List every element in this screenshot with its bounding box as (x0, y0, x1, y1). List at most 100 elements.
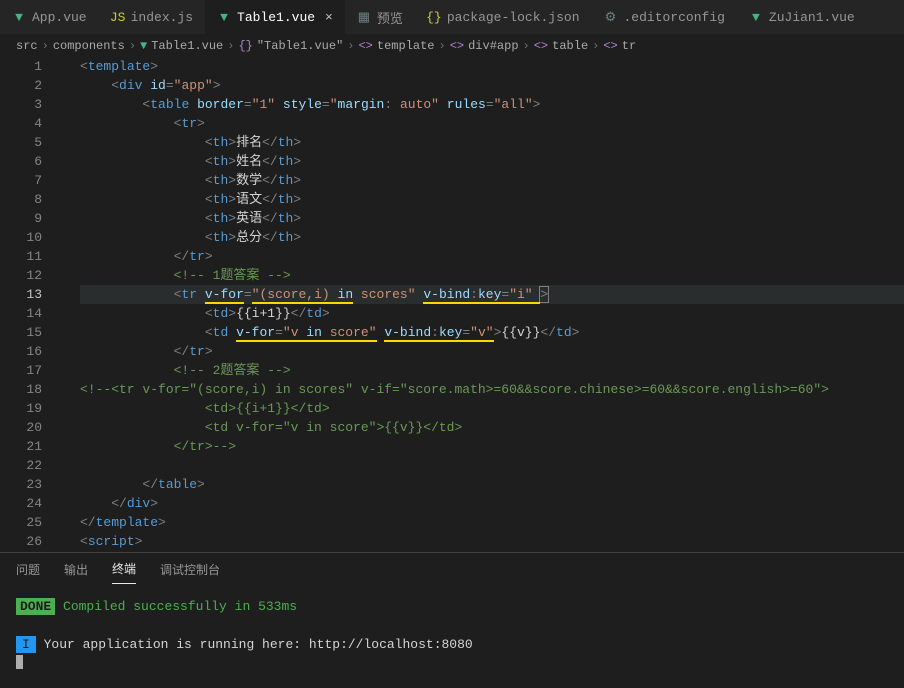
line-number: 7 (0, 171, 42, 190)
tab-label: index.js (131, 10, 193, 25)
breadcrumb-separator: › (129, 39, 136, 53)
line-number: 16 (0, 342, 42, 361)
tab-table1-vue[interactable]: ▼ Table1.vue × (205, 0, 345, 34)
breadcrumb-separator: › (227, 39, 234, 53)
element-icon: <> (603, 39, 617, 53)
tab-index-js[interactable]: JS index.js (99, 0, 205, 34)
code-line[interactable]: <!--<tr v-for="(score,i) in scores" v-if… (80, 380, 904, 399)
line-number: 21 (0, 437, 42, 456)
line-number: 24 (0, 494, 42, 513)
vue-icon: ▼ (12, 10, 26, 24)
tab-label: App.vue (32, 10, 87, 25)
js-icon: JS (111, 10, 125, 24)
breadcrumb-separator: › (439, 39, 446, 53)
breadcrumb-separator: › (347, 39, 354, 53)
code-line[interactable]: <table border="1" style="margin: auto" r… (80, 95, 904, 114)
breadcrumbs: src › components › ▼Table1.vue › {}"Table1.vue… (0, 35, 904, 57)
code-line[interactable]: <tr v-for="(score,i) in scores" v-bind:k… (80, 285, 904, 304)
terminal-done-badge: DONE (16, 598, 55, 615)
code-content[interactable]: <template> <div id="app"> <table border=… (60, 57, 904, 552)
code-editor[interactable]: 1234567891011121314151617181920212223242… (0, 57, 904, 552)
line-number: 6 (0, 152, 42, 171)
breadcrumb-item[interactable]: <>tr (603, 39, 636, 53)
tab-zujian1-vue[interactable]: ▼ ZuJian1.vue (737, 0, 867, 34)
code-line[interactable]: </template> (80, 513, 904, 532)
panel-tab-终端[interactable]: 终端 (112, 554, 136, 584)
breadcrumb-item[interactable]: src (16, 39, 38, 53)
line-number: 23 (0, 475, 42, 494)
element-icon: <> (358, 39, 372, 53)
tab-package-lock-json[interactable]: {}package-lock.json (415, 0, 592, 34)
code-line[interactable]: <th>语文</th> (80, 190, 904, 209)
line-number: 14 (0, 304, 42, 323)
element-icon: <> (450, 39, 464, 53)
config-icon: ⚙ (604, 10, 618, 24)
code-line[interactable]: </tr>--> (80, 437, 904, 456)
line-number: 19 (0, 399, 42, 418)
breadcrumb-item[interactable]: <>template (358, 39, 434, 53)
breadcrumb-item[interactable]: <>div#app (450, 39, 519, 53)
tab-label: ZuJian1.vue (769, 10, 855, 25)
code-line[interactable]: <script> (80, 532, 904, 551)
line-number: 25 (0, 513, 42, 532)
breadcrumb-separator: › (592, 39, 599, 53)
code-line[interactable] (80, 456, 904, 475)
code-line[interactable]: <th>总分</th> (80, 228, 904, 247)
line-number: 8 (0, 190, 42, 209)
terminal-info-badge: I (16, 636, 36, 653)
line-number: 13 (0, 285, 42, 304)
code-line[interactable]: </table> (80, 475, 904, 494)
code-line[interactable]: <th>姓名</th> (80, 152, 904, 171)
code-line[interactable]: </tr> (80, 247, 904, 266)
line-number: 12 (0, 266, 42, 285)
code-line[interactable]: <th>英语</th> (80, 209, 904, 228)
line-number: 22 (0, 456, 42, 475)
panel-tab-输出[interactable]: 输出 (64, 555, 88, 584)
code-line[interactable]: <td v-for="v in score" v-bind:key="v">{{… (80, 323, 904, 342)
breadcrumb-item[interactable]: components (53, 39, 125, 53)
line-number: 2 (0, 76, 42, 95)
line-number: 11 (0, 247, 42, 266)
bottom-panel: 问题输出终端调试控制台 DONE Compiled successfully i… (0, 552, 904, 688)
line-number: 20 (0, 418, 42, 437)
breadcrumb-item[interactable]: <>table (534, 39, 588, 53)
line-number: 17 (0, 361, 42, 380)
line-number: 3 (0, 95, 42, 114)
tab--editorconfig[interactable]: ⚙ .editorconfig (592, 0, 737, 34)
close-icon[interactable]: × (325, 10, 333, 25)
tab-app-vue[interactable]: ▼ App.vue (0, 0, 99, 34)
line-number: 1 (0, 57, 42, 76)
code-line[interactable]: <template> (80, 57, 904, 76)
code-line[interactable]: <!-- 1题答案 --> (80, 266, 904, 285)
preview-icon: ▦ (357, 10, 371, 24)
breadcrumb-item[interactable]: {}"Table1.vue" (238, 39, 343, 53)
tab-label: 预览 (377, 8, 403, 27)
code-line[interactable]: <th>排名</th> (80, 133, 904, 152)
code-line[interactable]: <!-- 2题答案 --> (80, 361, 904, 380)
panel-tab-问题[interactable]: 问题 (16, 555, 40, 584)
code-line[interactable]: </div> (80, 494, 904, 513)
panel-tab-调试控制台[interactable]: 调试控制台 (160, 555, 220, 584)
line-number: 9 (0, 209, 42, 228)
code-line[interactable]: <td v-for="v in score">{{v}}</td> (80, 418, 904, 437)
breadcrumb-separator: › (523, 39, 530, 53)
code-line[interactable]: <div id="app"> (80, 76, 904, 95)
code-line[interactable]: <th>数学</th> (80, 171, 904, 190)
tab-预览[interactable]: ▦ 预览 (345, 0, 415, 34)
line-number: 18 (0, 380, 42, 399)
vue-icon: ▼ (217, 10, 231, 24)
braces-icon: {} (238, 39, 252, 53)
code-line[interactable]: <td>{{i+1}}</td> (80, 399, 904, 418)
vue-icon: ▼ (749, 10, 763, 24)
code-line[interactable]: <tr> (80, 114, 904, 133)
line-numbers: 1234567891011121314151617181920212223242… (0, 57, 60, 552)
code-line[interactable]: <td>{{i+1}}</td> (80, 304, 904, 323)
line-number: 5 (0, 133, 42, 152)
terminal-output[interactable]: DONE Compiled successfully in 533ms I Yo… (0, 585, 904, 688)
panel-tabs: 问题输出终端调试控制台 (0, 553, 904, 585)
terminal-cursor (16, 655, 23, 669)
tab-label: .editorconfig (624, 10, 725, 25)
code-line[interactable]: </tr> (80, 342, 904, 361)
tab-label: Table1.vue (237, 10, 315, 25)
breadcrumb-item[interactable]: ▼Table1.vue (140, 39, 223, 53)
